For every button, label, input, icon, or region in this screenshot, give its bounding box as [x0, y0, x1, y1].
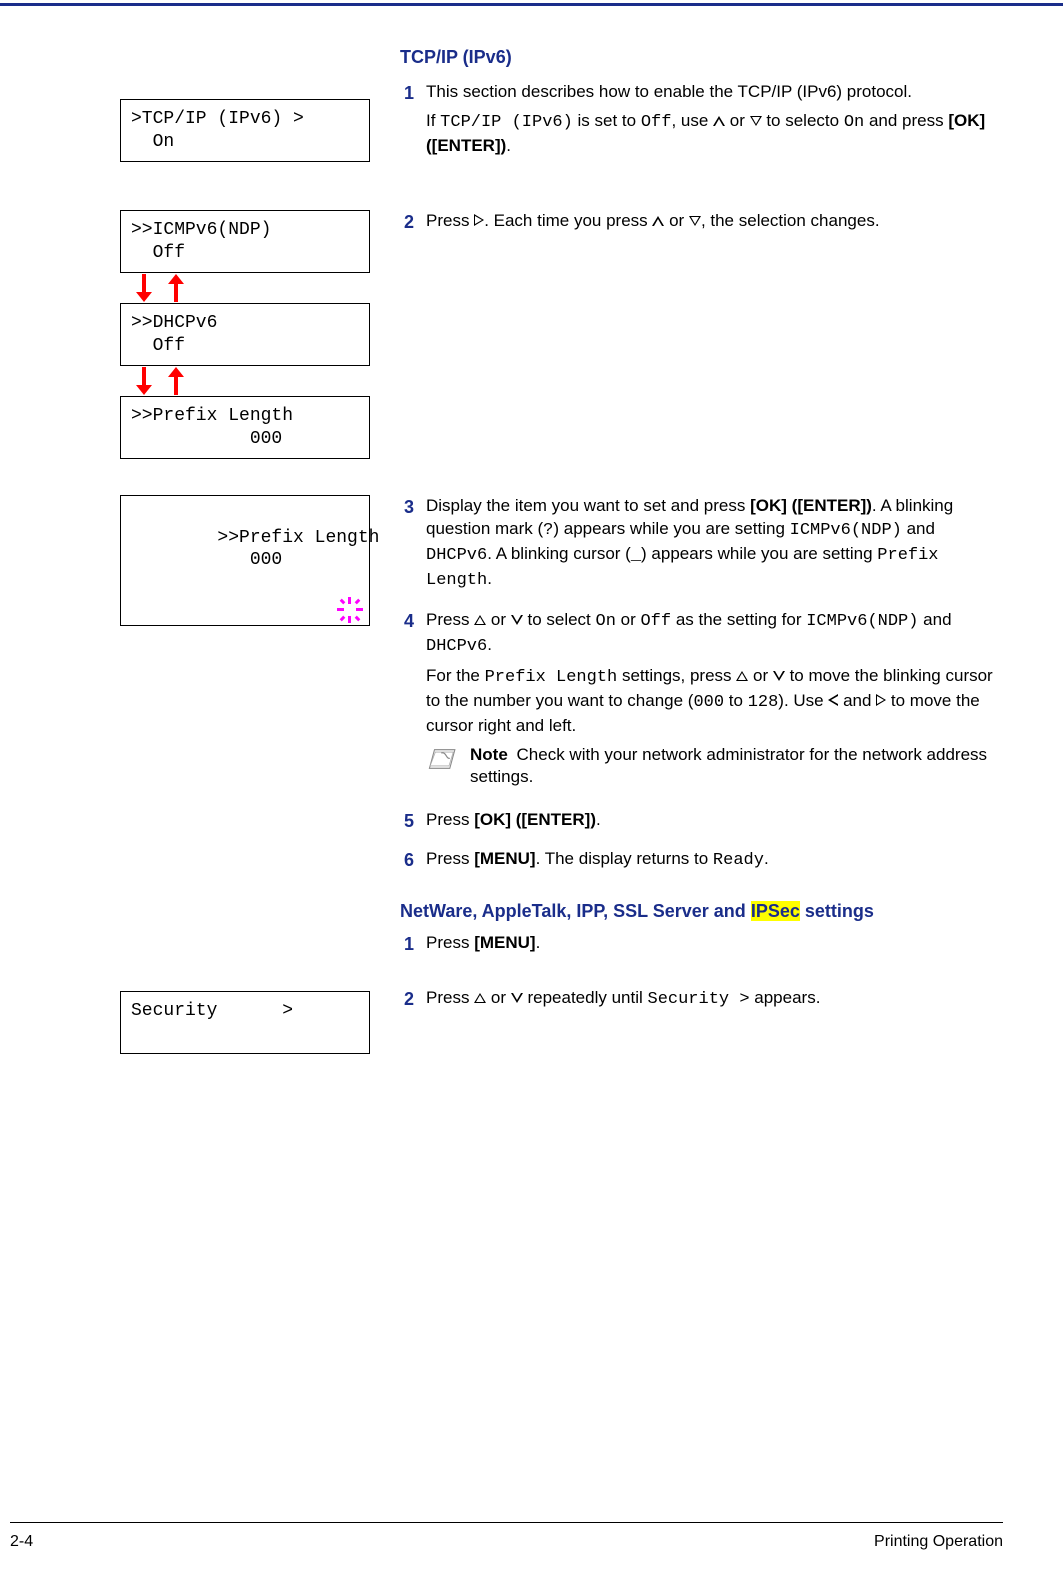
step-6-body: Press [MENU]. The display returns to Rea…	[426, 848, 1003, 879]
note-label: Note	[470, 745, 508, 764]
blink-indicator-icon	[337, 597, 363, 623]
sec2-step-2-body: Press or repeatedly until Security > app…	[426, 987, 1003, 1018]
footer-title: Printing Operation	[874, 1531, 1003, 1553]
top-rule	[0, 3, 1063, 6]
up-arrow-icon	[166, 367, 186, 395]
step-number: 3	[400, 495, 414, 599]
arrow-pair	[120, 273, 370, 303]
step-number: 1	[400, 932, 414, 961]
down-triangle-icon	[689, 216, 701, 226]
left-triangle-icon	[828, 694, 838, 706]
note-text: Check with your network administrator fo…	[470, 745, 987, 787]
step-2-body: Press . Each time you press or , the sel…	[426, 210, 1003, 239]
lcd-tcpip-ipv6: >TCP/IP (IPv6) > On	[120, 99, 370, 162]
page-number: 2-4	[10, 1531, 33, 1553]
heading-netware-etc: NetWare, AppleTalk, IPP, SSL Server and …	[400, 899, 1003, 923]
up-triangle-icon	[652, 216, 664, 226]
up-triangle-icon	[474, 615, 486, 625]
note-block: Note Check with your network administrat…	[426, 744, 1003, 790]
step-4-body: Press or to select On or Off as the sett…	[426, 609, 1003, 796]
lcd-prefix-length: >>Prefix Length 000	[120, 396, 370, 459]
heading-tcpip-ipv6: TCP/IP (IPv6)	[400, 45, 1003, 69]
right-triangle-icon	[876, 694, 886, 706]
lcd-icmpv6: >>ICMPv6(NDP) Off	[120, 210, 370, 273]
page-footer: 2-4 Printing Operation	[0, 1522, 1063, 1553]
step-number: 1	[400, 81, 414, 164]
step-number: 2	[400, 210, 414, 239]
step-number: 6	[400, 848, 414, 879]
lcd-prefix-length-blinking: >>Prefix Length 000	[120, 495, 370, 626]
down-triangle-icon	[750, 116, 762, 126]
up-arrow-icon	[166, 274, 186, 302]
up-triangle-icon	[736, 671, 748, 681]
up-triangle-icon	[474, 993, 486, 1003]
step-3-body: Display the item you want to set and pre…	[426, 495, 1003, 599]
step-1-body: This section describes how to enable the…	[426, 81, 1003, 164]
highlight-ipsec: IPSec	[751, 901, 800, 921]
down-triangle-icon	[511, 993, 523, 1003]
right-triangle-icon	[474, 214, 484, 226]
down-triangle-icon	[773, 671, 785, 681]
down-triangle-icon	[511, 615, 523, 625]
note-icon	[426, 744, 460, 774]
up-triangle-icon	[713, 116, 725, 126]
step-number: 5	[400, 809, 414, 838]
down-arrow-icon	[134, 367, 154, 395]
lcd-security: Security >	[120, 991, 370, 1054]
step-5-body: Press [OK] ([ENTER]).	[426, 809, 1003, 838]
arrow-pair	[120, 366, 370, 396]
sec2-step-1-body: Press [MENU].	[426, 932, 1003, 961]
lcd-dhcpv6: >>DHCPv6 Off	[120, 303, 370, 366]
down-arrow-icon	[134, 274, 154, 302]
step-number: 2	[400, 987, 414, 1018]
